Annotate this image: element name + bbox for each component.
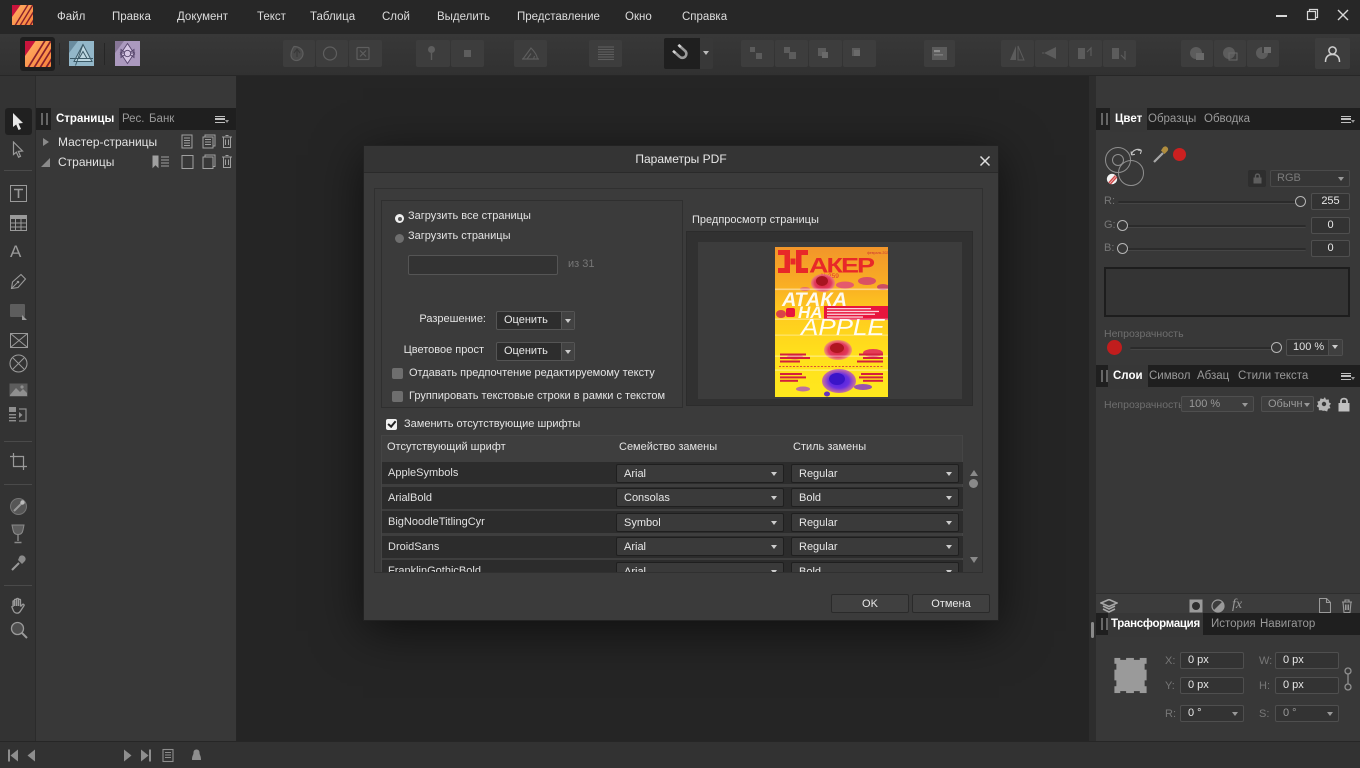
- svg-text:февраль 2021: февраль 2021: [867, 251, 888, 255]
- svg-text:APPLE: APPLE: [799, 315, 885, 341]
- svg-text:АКЕР: АКЕР: [809, 254, 875, 278]
